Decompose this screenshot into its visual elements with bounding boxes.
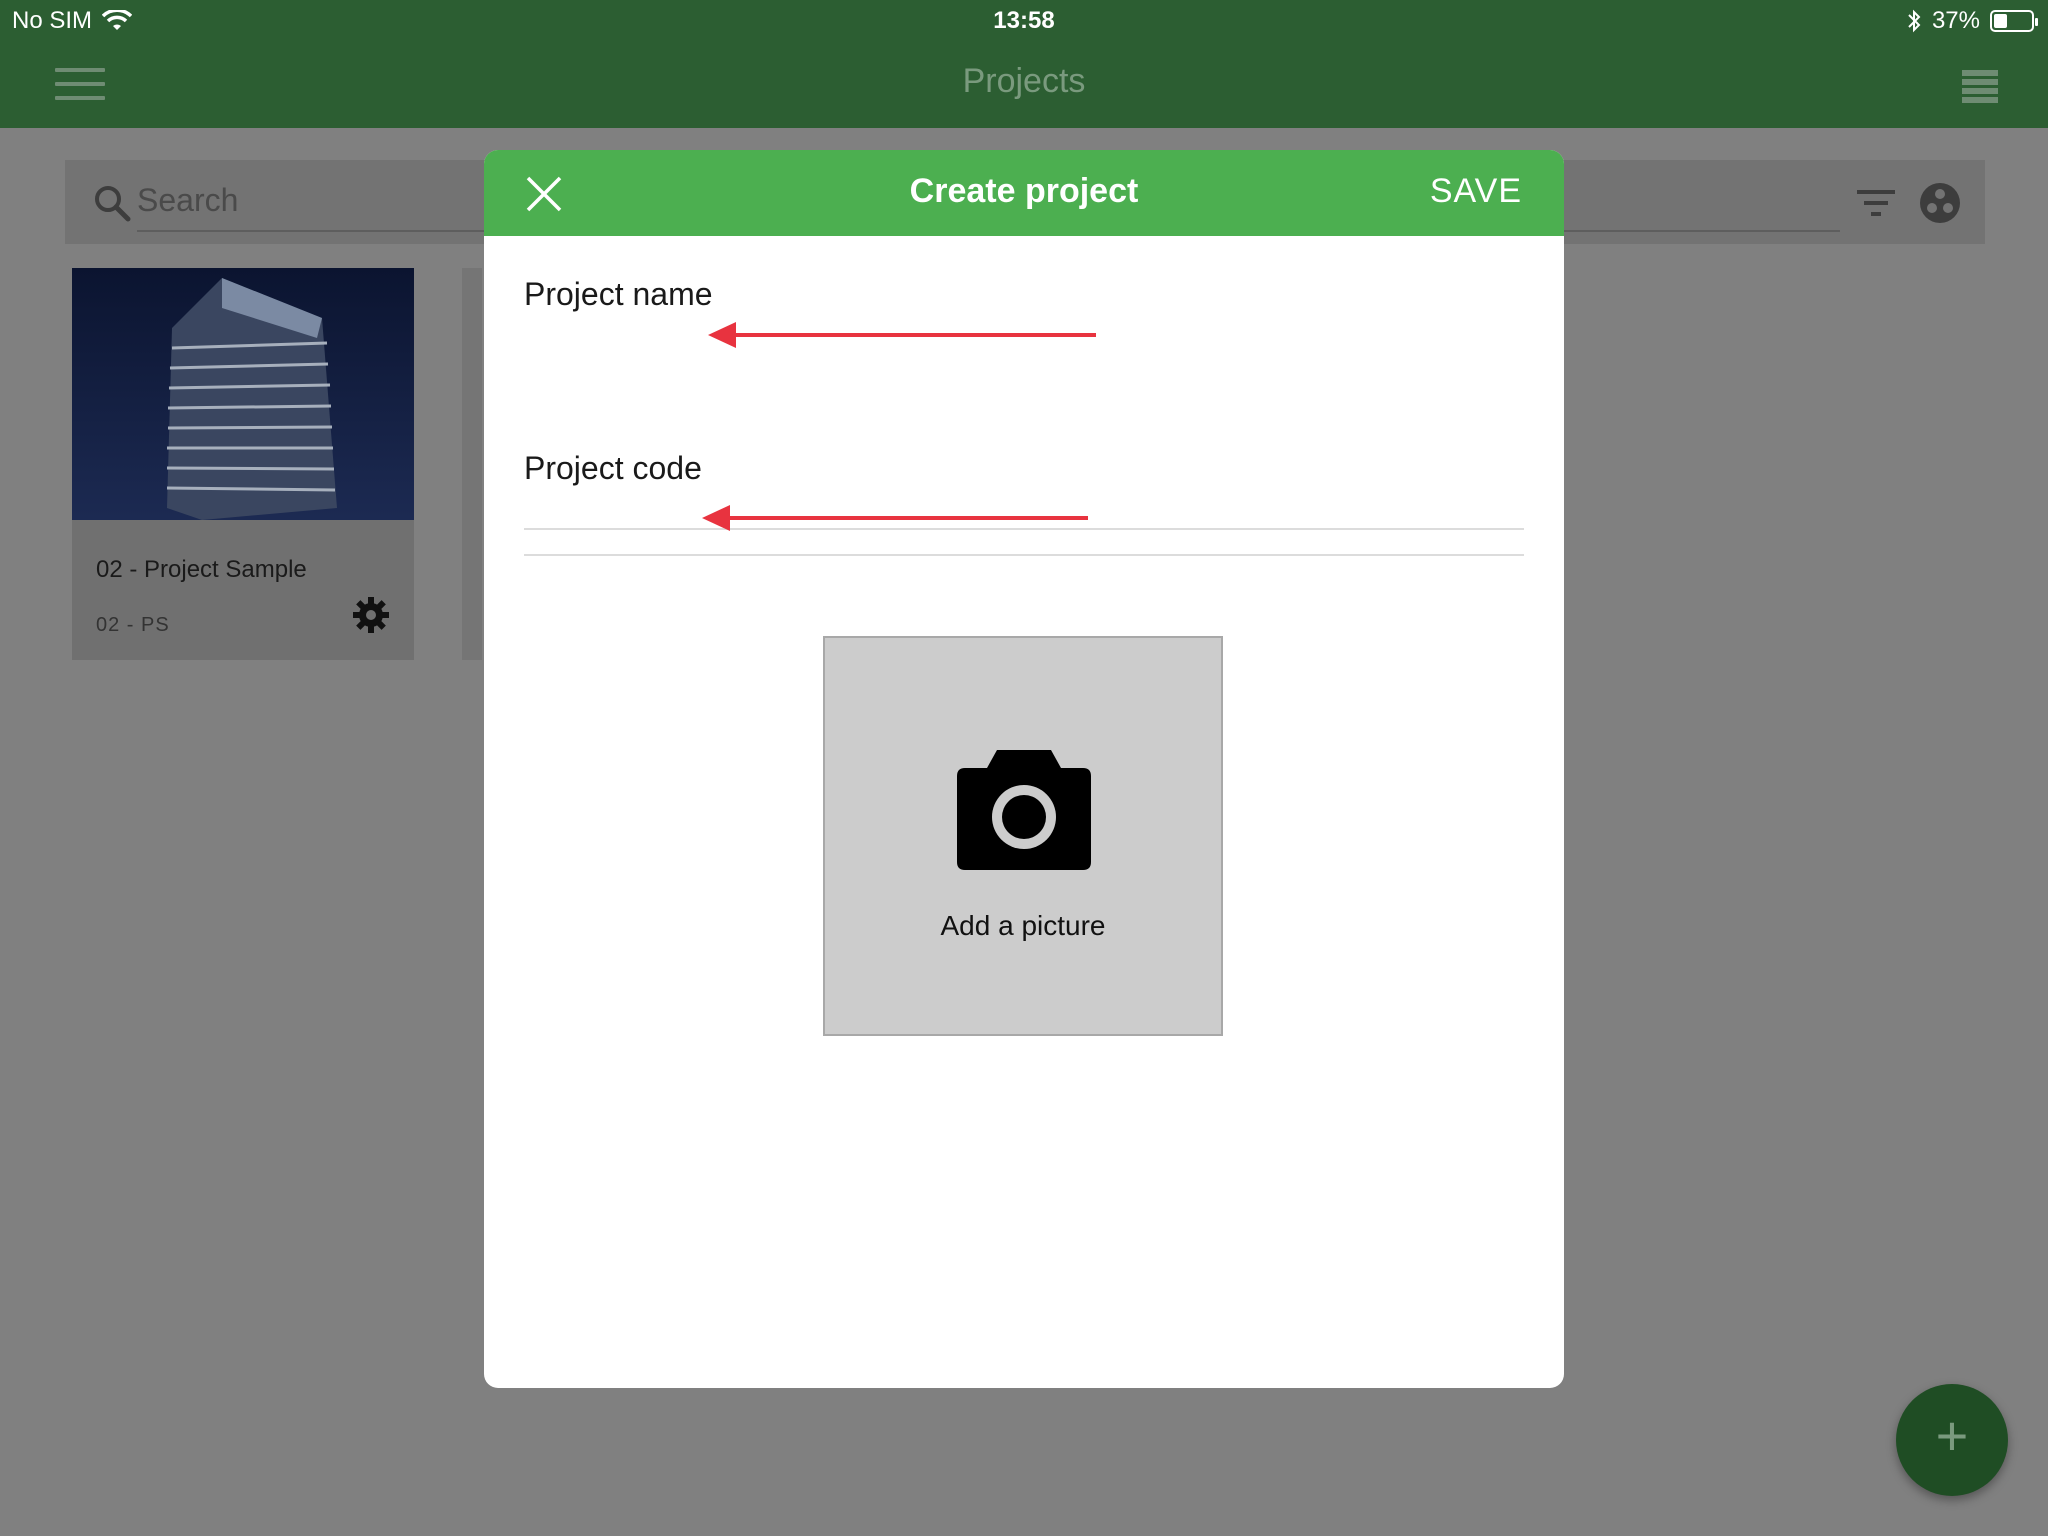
filter-icon[interactable]: [1857, 188, 1895, 218]
battery-percent: 37%: [1931, 7, 1980, 34]
bluetooth-icon: [1908, 9, 1921, 33]
dialog-title: Create project: [909, 172, 1139, 210]
annotation-arrow-left: [702, 505, 1088, 531]
add-picture-label: Add a picture: [940, 910, 1106, 941]
page-title: Projects: [962, 62, 1086, 100]
dialog-header: Create project SAVE: [484, 150, 1564, 236]
nav-bar: Projects: [0, 40, 2048, 128]
project-name-label: Project name: [524, 276, 713, 312]
project-code-underline: [524, 554, 1524, 556]
project-card-title: 02 - Project Sample: [96, 556, 307, 583]
search-input[interactable]: Search: [137, 182, 238, 219]
battery-icon: [1990, 10, 2038, 32]
project-card-code: 02 - PS: [96, 614, 170, 636]
list-view-icon[interactable]: [1962, 70, 1998, 103]
plus-icon: +: [1935, 1404, 1969, 1467]
project-card-partial[interactable]: [462, 268, 482, 660]
add-picture-button[interactable]: Add a picture: [823, 636, 1223, 1036]
camera-icon: [957, 750, 1091, 870]
create-project-dialog: Create project SAVE Project name Project…: [484, 150, 1564, 1388]
project-thumbnail: [72, 268, 414, 520]
project-code-label: Project code: [524, 450, 702, 486]
search-icon: [95, 186, 131, 222]
add-project-button[interactable]: +: [1896, 1384, 2008, 1496]
clock: 13:58: [993, 7, 1055, 34]
group-icon[interactable]: [1919, 182, 1961, 224]
project-code-field: Project code: [524, 450, 1524, 554]
gear-icon[interactable]: [352, 596, 390, 634]
project-card[interactable]: 02 - Project Sample 02 - PS: [72, 268, 414, 660]
annotation-arrow-left: [708, 322, 1096, 348]
status-bar: No SIM 13:58 37%: [0, 0, 2048, 40]
save-button[interactable]: SAVE: [1430, 172, 1522, 211]
project-name-field: Project name: [524, 276, 1524, 530]
